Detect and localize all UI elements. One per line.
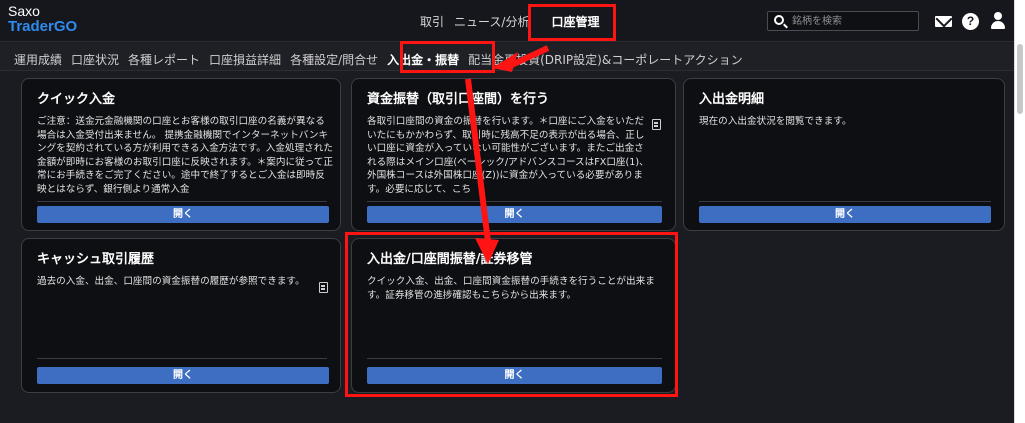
user-icon[interactable] — [990, 12, 1006, 30]
card-title: キャッシュ取引履歴 — [37, 252, 155, 267]
sub-nav-reports[interactable]: 各種レポート — [128, 53, 200, 67]
sub-nav-items: 運用成績 口座状況 各種レポート 口座損益詳細 各種設定/問合せ 入出金・振替 配当金再投資… — [14, 51, 752, 68]
brand-line2: TraderGO — [8, 18, 78, 35]
card-description: 各取引口座間の資金の振替を行います。＊口座にご入金をいただいたにもかかわらず、取… — [367, 116, 649, 195]
card-fund-transfer: 資金振替（取引口座間）を行う 各取引口座間の資金の振替を行います。＊口座にご入金… — [351, 78, 676, 231]
main-nav-news[interactable]: ニュース/分析 — [454, 15, 529, 29]
search-input[interactable] — [792, 14, 912, 28]
user-icon-head — [994, 12, 1002, 20]
card-title: クイック入金 — [37, 92, 116, 107]
card-description: 過去の入金、出金、口座間の資金振替の履歴が参照できます。 — [37, 276, 305, 287]
page-scrollbar[interactable] — [1014, 0, 1025, 423]
sub-nav-account-status[interactable]: 口座状況 — [71, 53, 119, 67]
sub-nav-performance[interactable]: 運用成績 — [14, 53, 62, 67]
card-divider — [699, 201, 991, 202]
sub-nav-pl-details[interactable]: 口座損益詳細 — [209, 53, 281, 67]
card-divider — [367, 201, 662, 202]
card-divider — [37, 201, 327, 202]
card-statement: 入出金明細 現在の入出金状況を閲覧できます。 開く — [683, 78, 1005, 231]
card-description: 現在の入出金状況を閲覧できます。 — [699, 116, 852, 127]
brand-line1: Saxo — [8, 3, 40, 19]
search-box[interactable] — [767, 11, 919, 31]
main-nav: 取引 ニュース/分析 口座管理 — [420, 13, 609, 30]
open-button[interactable]: 開く — [367, 206, 662, 223]
annotation-arrowhead — [492, 52, 518, 72]
card-quick-deposit: クイック入金 ご注意：送金元金融機関の口座とお客様の取引口座の名義が異なる場合は… — [21, 78, 341, 231]
mail-icon[interactable] — [935, 16, 952, 27]
main-nav-account[interactable]: 口座管理 — [551, 15, 599, 29]
user-icon-body — [991, 21, 1005, 29]
open-button[interactable]: 開く — [37, 367, 329, 384]
top-bar: Saxo TraderGO 取引ニュース/分析 口座管理 ? — [0, 0, 1014, 42]
card-title: 資金振替（取引口座間）を行う — [367, 92, 550, 107]
card-cash-history: キャッシュ取引履歴 過去の入金、出金、口座間の資金振替の履歴が参照できます。 開… — [21, 238, 341, 393]
app-frame: Saxo TraderGO 取引ニュース/分析口座管理 ? 運用成績口座状況各種… — [0, 0, 1014, 423]
card-divider — [37, 358, 327, 359]
scrollbar-thumb[interactable] — [1017, 44, 1023, 114]
card-title: 入出金/口座間振替/証券移管 — [367, 252, 533, 267]
document-icon — [319, 282, 328, 293]
card-description: クイック入金、出金、口座間資金振替の手続きを行うことが出来ます。証券移管の進捗確… — [367, 276, 655, 301]
brand-logo[interactable]: Saxo TraderGO — [8, 3, 78, 35]
document-icon — [652, 119, 661, 130]
main-nav-trade[interactable]: 取引 — [420, 15, 444, 29]
open-button[interactable]: 開く — [367, 367, 662, 384]
sub-nav-settings[interactable]: 各種設定/問合せ — [290, 53, 378, 67]
annotation-arrowhead — [475, 238, 499, 264]
search-icon — [774, 15, 784, 25]
card-divider — [367, 358, 662, 359]
sub-nav-deposit-transfer[interactable]: 入出金・振替 — [387, 53, 459, 67]
help-icon[interactable]: ? — [962, 13, 979, 30]
card-title: 入出金明細 — [699, 92, 765, 107]
card-deposit-transfer-securities: 入出金/口座間振替/証券移管 クイック入金、出金、口座間資金振替の手続きを行うこ… — [351, 238, 676, 393]
card-description: ご注意：送金元金融機関の口座とお客様の取引口座の名義が異なる場合は入金受付出来ま… — [37, 116, 333, 195]
open-button[interactable]: 開く — [37, 206, 329, 223]
open-button[interactable]: 開く — [699, 206, 991, 223]
